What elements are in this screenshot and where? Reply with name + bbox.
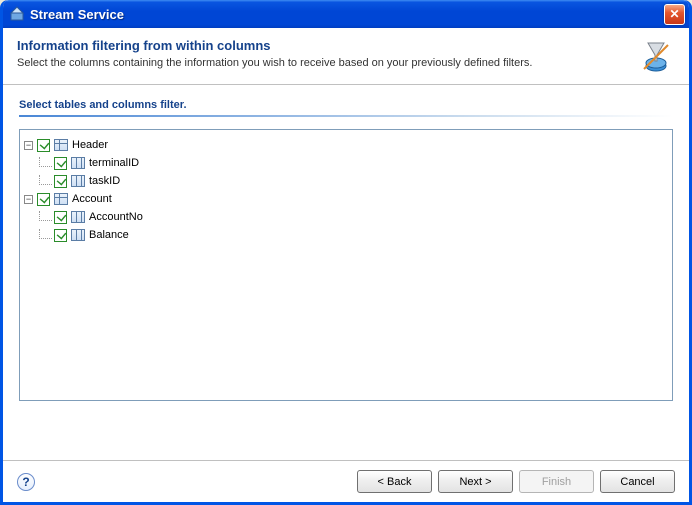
- column-icon: [71, 175, 85, 187]
- checkbox[interactable]: [37, 193, 50, 206]
- expander-icon[interactable]: −: [24, 141, 33, 150]
- section-label: Select tables and columns filter.: [19, 99, 673, 111]
- tree-node-table[interactable]: − Header: [24, 136, 668, 154]
- tree-node-column[interactable]: taskID: [52, 172, 668, 190]
- tree-node-column[interactable]: AccountNo: [52, 208, 668, 226]
- page-title: Information filtering from within column…: [17, 38, 637, 53]
- app-icon: [9, 6, 25, 22]
- checkbox[interactable]: [37, 139, 50, 152]
- tree-view[interactable]: − Header terminalID taskID: [19, 129, 673, 401]
- page-subtitle: Select the columns containing the inform…: [17, 57, 637, 69]
- table-icon: [54, 193, 68, 205]
- funnel-icon: [637, 38, 675, 76]
- tree-children: AccountNo Balance: [33, 208, 668, 244]
- table-icon: [54, 139, 68, 151]
- close-icon: ✕: [669, 7, 679, 21]
- section-divider: [19, 115, 673, 117]
- checkbox[interactable]: [54, 229, 67, 242]
- checkbox[interactable]: [54, 175, 67, 188]
- tree-node-label: Balance: [89, 229, 129, 241]
- cancel-button[interactable]: Cancel: [600, 470, 675, 493]
- tree-node-column[interactable]: Balance: [52, 226, 668, 244]
- close-button[interactable]: ✕: [664, 4, 685, 25]
- next-button[interactable]: Next >: [438, 470, 513, 493]
- tree-node-column[interactable]: terminalID: [52, 154, 668, 172]
- tree-root: − Header terminalID taskID: [24, 136, 668, 244]
- column-icon: [71, 157, 85, 169]
- wizard-header-text: Information filtering from within column…: [17, 38, 637, 69]
- column-icon: [71, 229, 85, 241]
- dialog-window: Stream Service ✕ Information filtering f…: [0, 0, 692, 505]
- wizard-header: Information filtering from within column…: [3, 28, 689, 85]
- help-icon: ?: [22, 475, 29, 489]
- column-icon: [71, 211, 85, 223]
- back-button[interactable]: < Back: [357, 470, 432, 493]
- title-bar: Stream Service ✕: [3, 0, 689, 28]
- tree-node-label: Header: [72, 139, 108, 151]
- wizard-content: Select tables and columns filter. − Head…: [3, 85, 689, 460]
- finish-button: Finish: [519, 470, 594, 493]
- window-title: Stream Service: [30, 7, 664, 22]
- expander-icon[interactable]: −: [24, 195, 33, 204]
- wizard-footer: ? < Back Next > Finish Cancel: [3, 460, 689, 502]
- tree-children: terminalID taskID: [33, 154, 668, 190]
- tree-node-table[interactable]: − Account: [24, 190, 668, 208]
- tree-node-label: Account: [72, 193, 112, 205]
- tree-node-label: terminalID: [89, 157, 139, 169]
- help-button[interactable]: ?: [17, 473, 35, 491]
- checkbox[interactable]: [54, 157, 67, 170]
- tree-node-label: AccountNo: [89, 211, 143, 223]
- tree-node-label: taskID: [89, 175, 120, 187]
- checkbox[interactable]: [54, 211, 67, 224]
